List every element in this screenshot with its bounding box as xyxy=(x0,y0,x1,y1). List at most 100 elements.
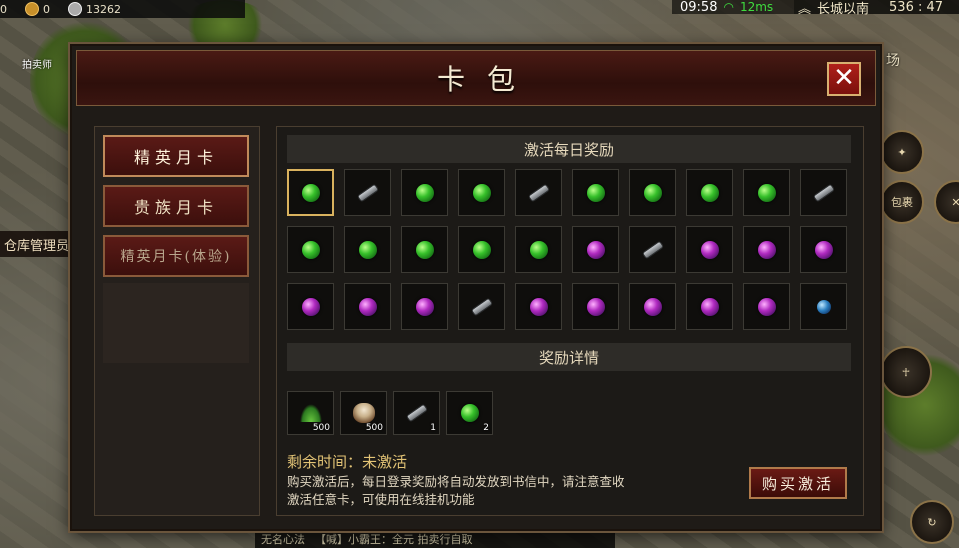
reward-detail-slot[interactable]: 500 xyxy=(287,391,334,435)
ingot-icon xyxy=(25,2,39,16)
reward-slot[interactable] xyxy=(572,283,619,330)
item-count: 1 xyxy=(430,423,436,433)
drum-item-icon xyxy=(352,403,375,423)
clock-time: 09:58 xyxy=(680,0,718,15)
green-item-icon xyxy=(460,404,479,422)
map-area-label: 场 xyxy=(886,53,900,69)
reward-slot[interactable] xyxy=(743,283,790,330)
reward-slot[interactable] xyxy=(629,283,676,330)
map-location-bar[interactable]: ︽ 长城以南 536 : 47 xyxy=(794,0,959,17)
close-button[interactable]: ✕ xyxy=(827,62,861,96)
chat-bar[interactable]: 无名心法 【喊】小霸王：全元 拍卖行自取 xyxy=(255,530,615,548)
reward-slot[interactable] xyxy=(344,169,391,216)
reward-slot[interactable] xyxy=(629,169,676,216)
scroll-item-icon xyxy=(470,296,493,317)
item-count: 2 xyxy=(483,423,489,433)
npc-name-label[interactable]: 拍卖师 xyxy=(22,56,52,71)
tab-noble-monthly[interactable]: 贵族月卡 xyxy=(103,185,249,227)
purple-item-icon xyxy=(415,297,434,316)
reward-slot[interactable] xyxy=(287,169,334,216)
chat-message: 【喊】小霸王：全元 拍卖行自取 xyxy=(315,533,473,546)
reward-slot[interactable] xyxy=(686,283,733,330)
reward-slot[interactable] xyxy=(287,283,334,330)
item-count: 500 xyxy=(365,423,383,433)
reward-detail-slot[interactable]: 500 xyxy=(340,391,387,435)
green-item-icon xyxy=(301,240,320,259)
reward-slot[interactable] xyxy=(401,226,448,273)
desc-line: 购买激活后，每日登录奖励将自动发放到书信中，请注意查收 xyxy=(287,474,625,489)
warehouse-npc-label[interactable]: 仓库管理员 xyxy=(0,231,72,257)
reward-slot[interactable] xyxy=(686,226,733,273)
remaining-time: 剩余时间：未激活 xyxy=(287,451,407,472)
dialog-title: 卡包 xyxy=(436,63,537,96)
daily-reward-grid xyxy=(287,169,847,330)
purple-item-icon xyxy=(586,240,605,259)
reward-slot[interactable] xyxy=(515,169,562,216)
green-item-icon xyxy=(586,183,605,202)
reward-slot[interactable] xyxy=(800,283,847,330)
ingot-slot: 0 xyxy=(25,2,50,16)
reward-slot[interactable] xyxy=(629,226,676,273)
green-item-icon xyxy=(415,183,434,202)
green-item-icon xyxy=(757,183,776,202)
scroll-item-icon xyxy=(641,239,664,260)
ping-value: 12ms xyxy=(739,0,774,14)
silver-slot: 13262 xyxy=(68,2,121,16)
green-item-icon xyxy=(643,183,662,202)
remaining-label: 剩余时间： xyxy=(287,453,363,471)
reward-slot[interactable] xyxy=(572,169,619,216)
item-count: 500 xyxy=(312,423,330,433)
reward-slot[interactable] xyxy=(401,169,448,216)
purple-item-icon xyxy=(700,240,719,259)
reward-slot[interactable] xyxy=(572,226,619,273)
reward-slot[interactable] xyxy=(743,169,790,216)
reward-slot[interactable] xyxy=(401,283,448,330)
reward-slot[interactable] xyxy=(458,226,505,273)
gold-slot: 0 xyxy=(0,3,7,16)
scroll-item-icon xyxy=(356,182,379,203)
reward-slot[interactable] xyxy=(800,169,847,216)
purple-item-icon xyxy=(757,240,776,259)
activity-button[interactable]: ✦ xyxy=(880,130,924,174)
reward-slot[interactable] xyxy=(800,226,847,273)
reward-slot[interactable] xyxy=(458,169,505,216)
status-bar: 09:58 ◠ 12ms xyxy=(672,0,794,15)
reward-detail-slot[interactable]: 1 xyxy=(393,391,440,435)
green-item-icon xyxy=(529,240,548,259)
dialog-header: 卡包 ✕ xyxy=(76,50,876,106)
reward-slot[interactable] xyxy=(344,226,391,273)
reward-detail-list: 500 500 1 2 xyxy=(287,391,493,435)
daily-reward-header: 激活每日奖励 xyxy=(287,135,851,163)
reward-slot[interactable] xyxy=(287,226,334,273)
coordinates: 536 : 47 xyxy=(889,0,944,15)
tab-elite-trial[interactable]: 精英月卡(体验) xyxy=(103,235,249,277)
reward-slot[interactable] xyxy=(515,283,562,330)
reward-panel: 激活每日奖励 奖励详情 500 500 1 2 剩余时间：未激活 购买激活后，每日登录… xyxy=(276,126,864,516)
map-name: 长城以南 xyxy=(817,1,870,17)
meditate-button[interactable]: ☥ xyxy=(880,346,932,398)
green-item-icon xyxy=(301,183,320,202)
reward-detail-header: 奖励详情 xyxy=(287,343,851,371)
reward-slot[interactable] xyxy=(458,283,505,330)
reward-slot[interactable] xyxy=(515,226,562,273)
remaining-value: 未激活 xyxy=(362,453,408,471)
tab-elite-monthly[interactable]: 精英月卡 xyxy=(103,135,249,177)
scroll-item-icon xyxy=(812,182,835,203)
buy-activate-button[interactable]: 购买激活 xyxy=(749,467,847,499)
cross-icon: ✕ xyxy=(951,195,959,209)
reward-slot[interactable] xyxy=(344,283,391,330)
purple-item-icon xyxy=(586,297,605,316)
switch-button[interactable]: ↻ xyxy=(910,500,954,544)
silver-value: 13262 xyxy=(86,2,121,16)
purple-item-icon xyxy=(301,297,320,316)
bag-button[interactable]: 包裹 xyxy=(880,180,924,224)
reward-slot[interactable] xyxy=(686,169,733,216)
blue-item-icon xyxy=(816,299,831,314)
reward-slot[interactable] xyxy=(743,226,790,273)
currency-bar: 0 0 13262 xyxy=(0,0,245,18)
card-tab-panel: 精英月卡 贵族月卡 精英月卡(体验) xyxy=(94,126,260,516)
reward-detail-slot[interactable]: 2 xyxy=(446,391,493,435)
ingot-value: 0 xyxy=(43,2,50,16)
green-item-icon xyxy=(472,240,491,259)
purple-item-icon xyxy=(358,297,377,316)
